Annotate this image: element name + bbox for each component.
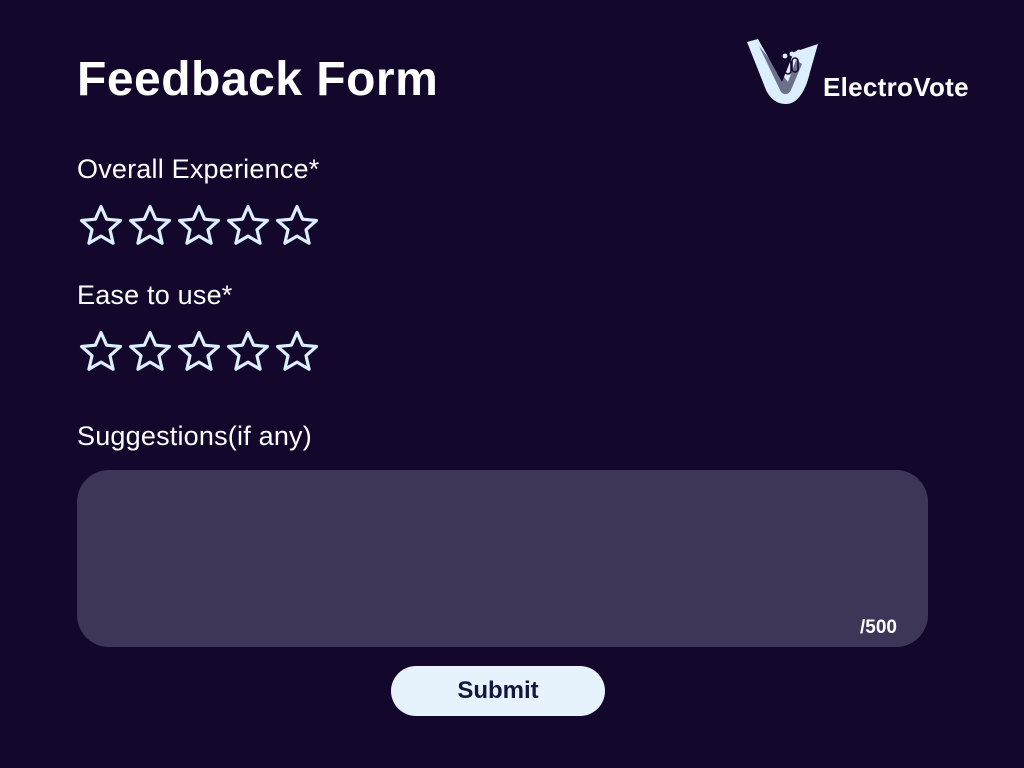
star-outline-icon[interactable] [175,328,223,376]
overall-experience-label: Overall Experience* [77,154,320,184]
submit-button[interactable]: Submit [391,666,605,716]
overall-experience-rating [77,202,321,250]
ease-to-use-label: Ease to use* [77,280,233,310]
star-outline-icon[interactable] [77,328,125,376]
star-outline-icon[interactable] [126,202,174,250]
star-outline-icon[interactable] [273,202,321,250]
ease-to-use-rating [77,328,321,376]
electrovote-logo-icon [747,39,818,104]
star-outline-icon[interactable] [224,328,272,376]
suggestions-textarea[interactable] [101,490,905,614]
brand-name: ElectroVote [823,72,969,102]
character-counter: /500 [860,617,897,639]
page-title: Feedback Form [77,53,439,106]
suggestions-textarea-container: /500 [77,470,928,647]
suggestions-label: Suggestions(if any) [77,421,312,451]
star-outline-icon[interactable] [273,328,321,376]
star-outline-icon[interactable] [126,328,174,376]
star-outline-icon[interactable] [77,202,125,250]
star-outline-icon[interactable] [175,202,223,250]
brand: ElectroVote [744,38,1004,108]
star-outline-icon[interactable] [224,202,272,250]
character-limit: /500 [860,617,897,638]
